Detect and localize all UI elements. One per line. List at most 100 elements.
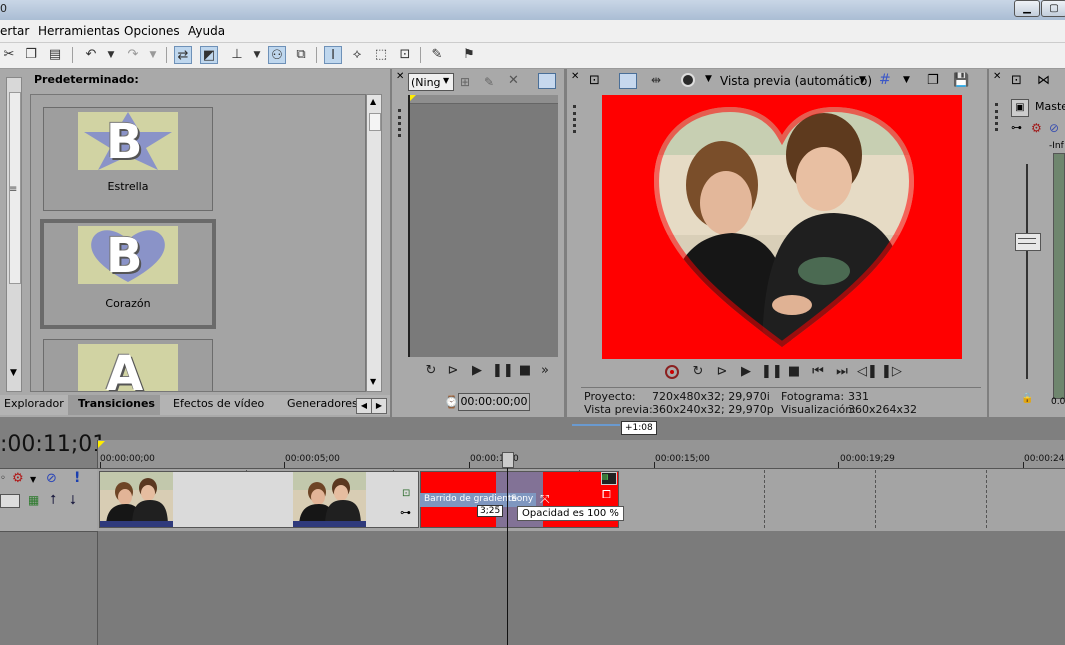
- auto-ripple-icon[interactable]: ⇄: [174, 46, 192, 64]
- trimmer-view[interactable]: [408, 95, 558, 357]
- maximize-button[interactable]: ▢: [1041, 0, 1065, 17]
- cut-icon[interactable]: ✂: [0, 46, 18, 64]
- zoom-slider[interactable]: [572, 424, 620, 426]
- tab-explorador[interactable]: Explorador: [4, 397, 64, 410]
- scroll-down-icon[interactable]: ▼: [370, 377, 376, 386]
- playhead-handle[interactable]: [502, 452, 514, 468]
- child-down-icon[interactable]: ⭣: [70, 493, 76, 508]
- redo-icon[interactable]: ↷: [124, 46, 142, 64]
- tab-efectos-de-video[interactable]: Efectos de vídeo: [173, 397, 264, 410]
- add-region-icon[interactable]: ⊞: [460, 75, 470, 89]
- monitor-icon[interactable]: [538, 73, 556, 89]
- properties-icon[interactable]: ✎: [428, 46, 446, 64]
- save-snapshot-icon[interactable]: 💾: [953, 73, 969, 88]
- menu-insertar[interactable]: ertar: [0, 24, 29, 38]
- menu-opciones[interactable]: Opciones: [124, 24, 180, 38]
- overlay-icon[interactable]: [681, 73, 695, 87]
- copy-snapshot-icon[interactable]: ❐: [927, 73, 939, 88]
- stop-icon[interactable]: ■: [516, 363, 534, 378]
- gear-icon[interactable]: ⚙: [1031, 121, 1042, 135]
- preset-item[interactable]: A: [43, 339, 213, 391]
- menu-herramientas[interactable]: Herramientas: [38, 24, 120, 38]
- chevron-down-icon[interactable]: ▼: [705, 74, 712, 84]
- crop-icon[interactable]: ⧠: [602, 488, 611, 502]
- video-clip[interactable]: [99, 471, 419, 528]
- loop-icon[interactable]: ↻: [422, 363, 440, 378]
- tabs-right-icon[interactable]: ▶: [371, 398, 387, 414]
- gear-icon[interactable]: ⚙: [12, 471, 24, 486]
- mute-icon[interactable]: ⊘: [1049, 121, 1059, 135]
- presets-scroll-thumb[interactable]: [369, 113, 381, 131]
- solo-icon[interactable]: !: [74, 470, 80, 486]
- track-motion-icon[interactable]: ▦: [28, 493, 39, 507]
- scroll-down-icon[interactable]: ▼: [10, 368, 17, 378]
- more-icon[interactable]: »: [536, 363, 554, 378]
- close-icon[interactable]: ✕: [993, 71, 1001, 82]
- split-dropdown-icon[interactable]: ▼: [248, 46, 266, 64]
- go-to-start-icon[interactable]: ⏮: [809, 364, 827, 379]
- undo-icon[interactable]: ↶: [82, 46, 100, 64]
- play-icon[interactable]: ▶: [468, 363, 486, 378]
- lock-icon[interactable]: 🔒: [1021, 393, 1033, 404]
- undo-dropdown-icon[interactable]: ▼: [102, 46, 120, 64]
- master-icon[interactable]: ▣: [1011, 99, 1029, 117]
- redo-dropdown-icon[interactable]: ▼: [144, 46, 162, 64]
- preview-quality[interactable]: Vista previa (automático): [720, 74, 872, 88]
- fader-handle[interactable]: [1015, 233, 1041, 251]
- pause-icon[interactable]: ❚❚: [761, 364, 783, 379]
- generated-media-icon[interactable]: ▤: [601, 472, 617, 485]
- pan-crop-icon[interactable]: ⊡: [402, 488, 410, 499]
- record-icon[interactable]: [665, 365, 679, 379]
- time-ruler[interactable]: [97, 440, 1065, 468]
- next-frame-icon[interactable]: ❚▷: [881, 364, 902, 379]
- scroll-up-icon[interactable]: ▲: [370, 97, 376, 106]
- tab-transiciones[interactable]: Transiciones: [78, 397, 155, 410]
- tree-scrollbar[interactable]: ≡ ▼: [6, 77, 22, 392]
- previous-frame-icon[interactable]: ◁❚: [857, 364, 878, 379]
- chevron-down-icon[interactable]: ▼: [859, 75, 866, 85]
- mute-icon[interactable]: ⊘: [46, 471, 57, 486]
- group-icon[interactable]: ⧉: [292, 46, 310, 64]
- selection-tool-icon[interactable]: ⬚: [372, 46, 390, 64]
- transition-properties-icon[interactable]: ⤧: [540, 492, 550, 507]
- preset-corazon[interactable]: B Corazón: [40, 219, 216, 329]
- envelope-tool-icon[interactable]: ⟡: [348, 46, 366, 64]
- trimmer-dropdown[interactable]: (Ning ▼: [408, 73, 454, 91]
- split-icon[interactable]: ⊥: [228, 46, 246, 64]
- playhead-line[interactable]: [507, 452, 508, 645]
- tab-generadores[interactable]: Generadores: [287, 397, 358, 410]
- minimize-button[interactable]: ▁: [1014, 0, 1040, 17]
- play-icon[interactable]: ▶: [737, 364, 755, 379]
- close-icon[interactable]: ✕: [571, 71, 579, 82]
- snap-icon[interactable]: ◩: [200, 46, 218, 64]
- envelope-icon[interactable]: ⊶: [1011, 121, 1022, 134]
- chevron-down-icon[interactable]: ▼: [30, 475, 36, 484]
- downmix-icon[interactable]: ⋈: [1037, 73, 1050, 88]
- audio-fx-icon[interactable]: ⊡: [1011, 73, 1022, 88]
- presets-scrollbar[interactable]: ▲ ▼: [366, 94, 382, 392]
- zoom-tool-icon[interactable]: ⊡: [396, 46, 414, 64]
- lock-envelopes-icon[interactable]: ⚇: [268, 46, 286, 64]
- paste-icon[interactable]: ▤: [46, 46, 64, 64]
- event-fx-icon[interactable]: ⊶: [400, 506, 411, 519]
- loop-icon[interactable]: ↻: [689, 364, 707, 379]
- video-output-fx-icon[interactable]: ⊡: [589, 73, 600, 88]
- parent-up-icon[interactable]: ⭡: [50, 493, 56, 508]
- close-icon[interactable]: ✕: [396, 71, 404, 82]
- edit-icon[interactable]: ✎: [484, 75, 494, 89]
- preset-estrella[interactable]: B Estrella: [43, 107, 213, 211]
- pause-icon[interactable]: ❚❚: [492, 363, 514, 378]
- grid-icon[interactable]: #: [879, 72, 891, 88]
- compositing-icon[interactable]: [0, 494, 20, 508]
- play-from-start-icon[interactable]: ⊳: [444, 363, 462, 378]
- go-to-end-icon[interactable]: ⏭: [833, 364, 851, 379]
- help-icon[interactable]: ⚑: [460, 46, 478, 64]
- monitor-icon[interactable]: [619, 73, 637, 89]
- chevron-down-icon[interactable]: ▼: [903, 75, 910, 85]
- stop-icon[interactable]: ■: [785, 364, 803, 379]
- split-screen-icon[interactable]: ⇹: [651, 73, 661, 87]
- copy-icon[interactable]: ❐: [22, 46, 40, 64]
- delete-icon[interactable]: ✕: [508, 73, 519, 88]
- normal-edit-tool-icon[interactable]: I: [324, 46, 342, 64]
- dropdown-arrow-icon[interactable]: ◦: [0, 473, 6, 484]
